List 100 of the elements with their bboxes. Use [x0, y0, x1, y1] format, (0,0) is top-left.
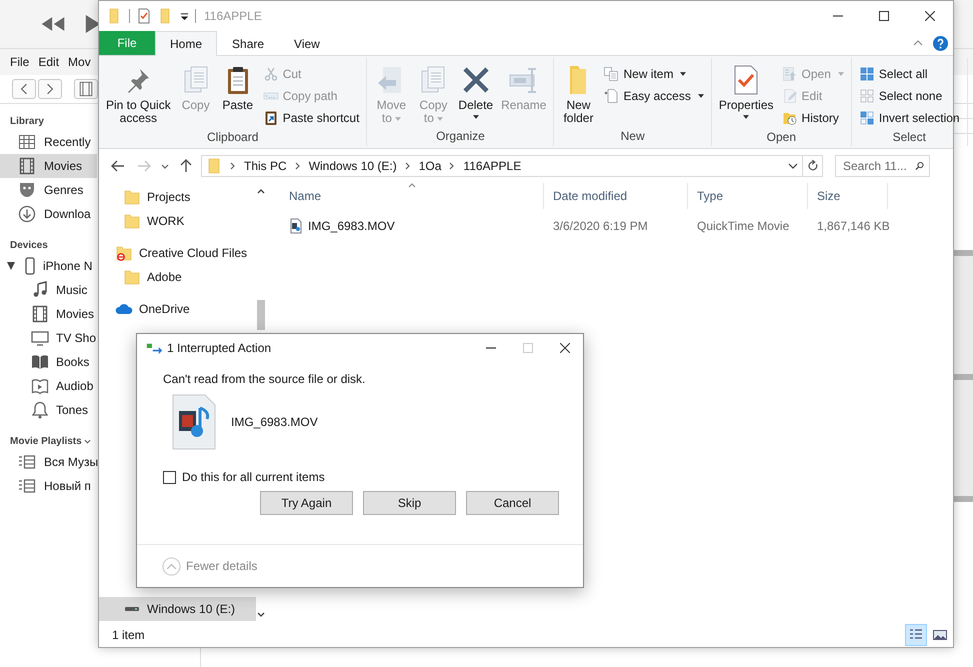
sidebar-item[interactable]: iPhone N [0, 254, 97, 278]
new-item-icon [603, 66, 620, 82]
playlist-icon [18, 477, 36, 495]
chevron-down-icon[interactable] [788, 163, 798, 169]
group-label: Clipboard [207, 129, 258, 146]
ribbon-button[interactable]: Delete [455, 62, 496, 121]
sidebar-item[interactable]: TV Sho [0, 326, 97, 350]
chevron-right-icon [449, 162, 456, 170]
ribbon-button[interactable]: History [778, 107, 847, 128]
error-message: Can't read from the source file or disk. [163, 372, 366, 386]
ribbon-button[interactable]: Paste shortcut [260, 107, 362, 128]
nav-item[interactable]: Projects [99, 185, 256, 209]
nav-item[interactable]: Creative Cloud Files [99, 241, 256, 265]
column-header[interactable]: Type [688, 183, 808, 209]
ribbon-button[interactable]: Invert selection [856, 107, 963, 128]
nav-item[interactable]: Adobe [99, 265, 256, 289]
nav-item[interactable]: WORK [99, 209, 256, 233]
sidebar-item[interactable]: Genres [0, 178, 97, 202]
sidebar-item[interactable]: Music [0, 278, 97, 302]
chevron-up-icon [162, 556, 181, 576]
ribbon-button[interactable]: Select all [856, 63, 963, 84]
scroll-down-icon[interactable] [257, 612, 265, 617]
maximize-icon [879, 11, 889, 21]
disclosure-triangle-icon[interactable] [7, 262, 15, 270]
ribbon-tab[interactable]: View [279, 31, 335, 56]
folder-icon [123, 212, 141, 230]
edit-icon [782, 88, 798, 104]
scroll-up-icon[interactable] [257, 189, 265, 194]
ribbon-tab[interactable]: Share [217, 31, 280, 56]
dialog-button[interactable]: Cancel [466, 491, 559, 515]
table-cell-text: 3/6/2020 6:19 PM [552, 218, 649, 235]
breadcrumb[interactable]: Windows 10 (E:) [308, 159, 397, 173]
file-name: IMG_6983.MOV [231, 415, 318, 429]
chevron-right-icon [46, 83, 54, 95]
column-header[interactable]: Date modified [544, 183, 688, 209]
breadcrumb[interactable]: 116APPLE [463, 159, 522, 173]
breadcrumb[interactable]: This PC [244, 159, 287, 173]
ribbon-button[interactable]: Paste [218, 62, 258, 114]
forward-arrow-icon [136, 158, 152, 174]
ribbon-button[interactable]: Pin to Quick access [103, 62, 174, 127]
chevron-down-icon[interactable] [84, 438, 91, 444]
column-header[interactable]: Size [808, 183, 888, 209]
search-icon [915, 160, 924, 172]
help-icon[interactable] [933, 36, 948, 50]
refresh-button[interactable] [803, 155, 823, 177]
sidebar-item[interactable]: Audiob [0, 374, 97, 398]
address-bar[interactable]: This PC Windows 10 (E:) 1Oa 116APPLE [201, 155, 803, 177]
select-none-icon [858, 88, 875, 104]
sidebar-item[interactable]: Downloa [0, 202, 97, 226]
details-view-button[interactable] [905, 624, 927, 646]
dialog-button[interactable]: Try Again [260, 491, 353, 515]
ribbon-button[interactable]: Select none [856, 85, 963, 106]
breadcrumb[interactable]: 1Oa [418, 159, 442, 173]
ribbon-button[interactable]: Easy access [600, 85, 707, 106]
video-file-icon [172, 394, 216, 450]
section-heading: Library [10, 116, 44, 126]
sidebar-item[interactable]: Tones [0, 398, 97, 422]
sidebar-item[interactable]: Recently [0, 130, 97, 154]
scrollbar-thumb[interactable] [257, 300, 265, 330]
search-box[interactable]: Search 11... [835, 155, 930, 177]
collapse-ribbon-icon[interactable] [913, 40, 923, 46]
details-toggle[interactable]: Fewer details [162, 556, 258, 576]
chevron-right-icon [230, 162, 236, 170]
search-field[interactable]: Search 11... [843, 157, 915, 175]
group-label: Select [892, 129, 926, 146]
customize-toolbar-icon[interactable] [180, 12, 189, 20]
dialog-button[interactable]: Skip [363, 491, 456, 515]
ribbon-button[interactable]: New folder [558, 62, 598, 127]
ribbon-button[interactable]: New item [600, 63, 707, 84]
back-button[interactable] [12, 79, 36, 99]
ribbon-tab[interactable]: Home [155, 31, 218, 56]
ribbon-button[interactable]: Properties [716, 62, 777, 121]
nav-item[interactable]: OneDrive [99, 297, 256, 321]
sidebar-item[interactable]: Новый п [0, 474, 97, 498]
window-title: 116APPLE [204, 9, 262, 23]
checkbox-box[interactable] [163, 470, 176, 484]
sidebar-item[interactable]: Movies [0, 302, 97, 326]
menu-item[interactable]: Edit [38, 55, 60, 69]
menu-item[interactable]: File [10, 55, 30, 69]
properties-icon[interactable] [136, 8, 152, 24]
sidebar-item[interactable]: Books [0, 350, 97, 374]
file-row[interactable]: IMG_6983.MOV 3/6/2020 6:19 PM QuickTime Movie 1,867,146 KB [280, 215, 953, 237]
group-label: New [620, 128, 645, 145]
status-text: 1 item [112, 628, 145, 642]
forward-button[interactable] [38, 79, 62, 99]
menu-item[interactable]: Mov [68, 55, 91, 69]
mask-icon [18, 181, 36, 199]
rewind-icon[interactable] [40, 15, 66, 33]
section-heading: Movie Playlists [10, 436, 82, 446]
checkbox[interactable]: Do this for all current items [163, 470, 325, 484]
column-header[interactable]: Name [280, 183, 544, 209]
sidebar-item[interactable]: Вся Музы [0, 450, 97, 474]
dialog-title: 1 Interrupted Action [167, 341, 272, 355]
audiobook-icon [31, 377, 49, 395]
film-icon [31, 305, 49, 323]
tv-icon [31, 329, 49, 347]
nav-item[interactable]: Windows 10 (E:) [99, 597, 256, 621]
media-picker-button[interactable] [74, 79, 98, 99]
close-icon [560, 343, 570, 353]
sidebar-item[interactable]: Movies [0, 154, 97, 178]
